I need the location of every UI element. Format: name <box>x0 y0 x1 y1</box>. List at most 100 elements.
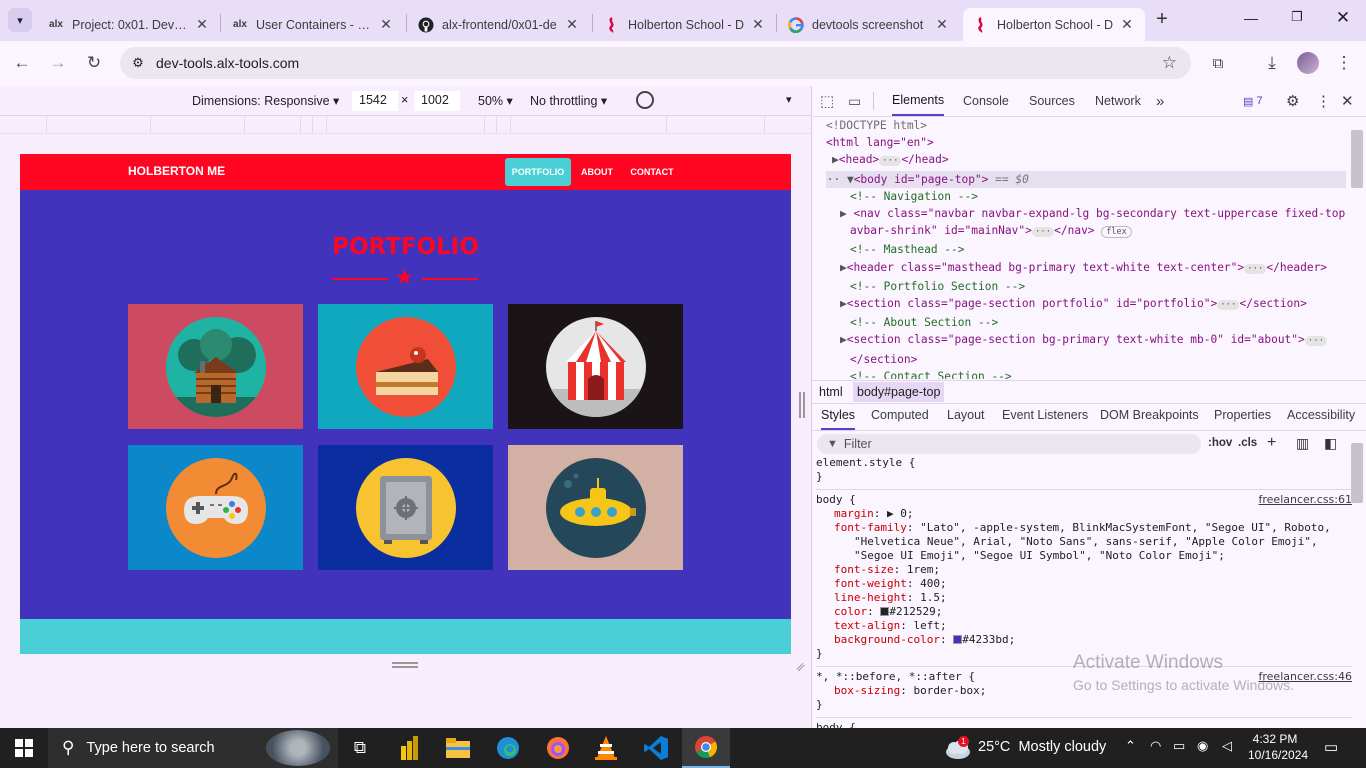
width-input[interactable]: 1542 <box>352 91 398 111</box>
notification-icon[interactable]: ▭ <box>1324 738 1338 756</box>
dom-nav[interactable]: ▶ <nav class="navbar navbar-expand-lg bg… <box>826 205 1346 222</box>
battery-icon[interactable]: ▭ <box>1173 738 1185 754</box>
site-info-icon[interactable]: ⚙ <box>120 55 156 71</box>
close-window-icon[interactable]: ✕ <box>1328 8 1358 28</box>
next-rule[interactable]: body { <box>816 717 1352 728</box>
subtab-event-listeners[interactable]: Event Listeners <box>1002 408 1088 428</box>
portfolio-item-cabin[interactable] <box>128 304 303 429</box>
bookmark-star-icon[interactable]: ☆ <box>1162 53 1177 73</box>
tab-holberton-active[interactable]: Holberton School - D ✕ <box>963 8 1145 41</box>
weather-text[interactable]: 25°C Mostly cloudy <box>978 739 1106 755</box>
sidebar-toggle-icon[interactable]: ◧ <box>1324 435 1337 452</box>
tab-google[interactable]: devtools screenshot ✕ <box>778 8 960 41</box>
throttling-select[interactable]: No throttling ▾ <box>530 93 607 108</box>
tab-user-containers[interactable]: alx User Containers - web ✕ <box>222 8 404 41</box>
chrome-icon[interactable] <box>682 728 730 768</box>
breadcrumb-body[interactable]: body#page-top <box>853 382 945 402</box>
tab-network[interactable]: Network <box>1095 86 1141 116</box>
vscode-icon[interactable] <box>632 728 680 768</box>
tab-elements[interactable]: Elements <box>892 86 945 116</box>
dom-html[interactable]: <html lang="en"> <box>826 134 1346 151</box>
subtab-computed[interactable]: Computed <box>871 408 929 428</box>
decl-font-weight[interactable]: font-weight: 400; <box>816 577 1352 591</box>
dom-section-close[interactable]: </section> <box>826 351 1346 368</box>
download-icon[interactable]: ⤓ <box>1258 49 1286 77</box>
tab-project[interactable]: alx Project: 0x01. Develop ✕ <box>38 8 220 41</box>
forward-icon[interactable]: → <box>44 49 72 77</box>
dom-section-about[interactable]: ▶<section class="page-section bg-primary… <box>826 331 1346 350</box>
site-brand[interactable]: HOLBERTON ME <box>128 164 225 178</box>
universal-selector[interactable]: *, *::before, *::after { <box>816 670 975 683</box>
flex-badge[interactable]: flex <box>1101 226 1132 239</box>
cls-button[interactable]: .cls <box>1238 437 1257 449</box>
hov-button[interactable]: :hov <box>1208 437 1232 449</box>
add-rule-icon[interactable]: + <box>1267 434 1276 452</box>
resize-handle-bottom[interactable] <box>392 662 418 668</box>
styles-scrollbar[interactable] <box>1351 443 1363 503</box>
devtools-close-icon[interactable]: ✕ <box>1341 86 1354 116</box>
subtab-accessibility[interactable]: Accessibility <box>1287 408 1355 428</box>
color-swatch[interactable] <box>953 635 963 644</box>
zoom-select[interactable]: 50% ▾ <box>478 93 513 108</box>
subtab-dom-breakpoints[interactable]: DOM Breakpoints <box>1100 408 1199 428</box>
wifi-icon[interactable]: ◠ <box>1150 738 1161 754</box>
portfolio-item-controller[interactable] <box>128 445 303 570</box>
dimensions-select[interactable]: Dimensions: Responsive ▾ <box>192 93 339 108</box>
new-tab-icon[interactable]: + <box>1150 8 1174 32</box>
paint-icon[interactable]: ▥ <box>1296 435 1309 452</box>
restore-icon[interactable]: ❐ <box>1282 9 1312 29</box>
power-bi-icon[interactable] <box>386 728 434 768</box>
decl-font-size[interactable]: font-size: 1rem; <box>816 563 1352 577</box>
nav-portfolio[interactable]: PORTFOLIO <box>505 158 571 186</box>
devtools-menu-icon[interactable]: ⋮ <box>1316 86 1331 116</box>
avatar[interactable] <box>1297 52 1319 74</box>
windows-start-icon[interactable] <box>0 728 48 768</box>
dom-doctype[interactable]: <!DOCTYPE html> <box>826 117 1346 134</box>
settings-icon[interactable]: ⚙ <box>1286 86 1299 116</box>
device-toggle-icon[interactable]: ▭ <box>848 86 861 116</box>
decl-line-height[interactable]: line-height: 1.5; <box>816 591 1352 605</box>
portfolio-item-cake[interactable] <box>318 304 493 429</box>
breadcrumb-html[interactable]: html <box>819 385 843 399</box>
dom-comment[interactable]: <!-- About Section --> <box>826 314 1346 331</box>
portfolio-item-submarine[interactable] <box>508 445 683 570</box>
address-bar[interactable]: ⚙ dev-tools.alx-tools.com ☆ <box>120 47 1191 79</box>
tab-search-icon[interactable]: ▾ <box>8 8 32 32</box>
dom-scrollbar[interactable] <box>1351 130 1363 188</box>
dom-comment[interactable]: <!-- Masthead --> <box>826 241 1346 258</box>
nav-about[interactable]: ABOUT <box>578 159 616 185</box>
dom-comment[interactable]: <!-- Contact Section --> <box>826 368 1346 379</box>
reload-icon[interactable]: ↻ <box>80 49 108 77</box>
source-link[interactable]: freelancer.css:61 <box>1259 493 1353 507</box>
element-style-rule[interactable]: element.style { <box>816 455 1352 470</box>
close-icon[interactable]: ✕ <box>564 16 580 33</box>
decl-background-color[interactable]: background-color: #4233bd; <box>816 633 1352 647</box>
subtab-properties[interactable]: Properties <box>1214 408 1271 428</box>
dom-body[interactable]: ··· ▼<body id="page-top"> == $0 <box>826 170 1346 188</box>
close-icon[interactable]: ✕ <box>750 16 766 33</box>
tab-sources[interactable]: Sources <box>1029 86 1075 116</box>
decl-text-align[interactable]: text-align: left; <box>816 619 1352 633</box>
url-text[interactable]: dev-tools.alx-tools.com <box>156 55 299 71</box>
subtab-styles[interactable]: Styles <box>821 408 856 430</box>
chevron-up-icon[interactable]: ⌃ <box>1125 738 1136 754</box>
file-explorer-icon[interactable] <box>434 728 482 768</box>
minimize-icon[interactable]: — <box>1236 10 1266 30</box>
resize-handle-right[interactable] <box>799 392 805 418</box>
firefox-icon[interactable] <box>534 728 582 768</box>
dom-comment[interactable]: <!-- Navigation --> <box>826 188 1346 205</box>
portfolio-item-circus[interactable] <box>508 304 683 429</box>
dom-head[interactable]: ▶<head> ··· </head> <box>826 151 1346 170</box>
nav-contact[interactable]: CONTACT <box>628 159 676 185</box>
dom-section-portfolio[interactable]: ▶<section class="page-section portfolio"… <box>826 295 1346 314</box>
vlc-icon[interactable] <box>582 728 630 768</box>
decl-font-family[interactable]: font-family: "Lato", -apple-system, Blin… <box>816 521 1352 535</box>
edge-icon[interactable] <box>484 728 532 768</box>
close-icon[interactable]: ✕ <box>378 16 394 33</box>
subtab-layout[interactable]: Layout <box>947 408 985 428</box>
dom-comment[interactable]: <!-- Portfolio Section --> <box>826 278 1346 295</box>
inspect-element-icon[interactable]: ⬚ <box>820 86 834 116</box>
dom-nav-cont[interactable]: avbar-shrink" id="mainNav"> ··· </nav> fle… <box>826 222 1346 241</box>
close-icon[interactable]: ✕ <box>194 16 210 33</box>
styles-filter-input[interactable]: ▼ Filter <box>817 434 1201 454</box>
